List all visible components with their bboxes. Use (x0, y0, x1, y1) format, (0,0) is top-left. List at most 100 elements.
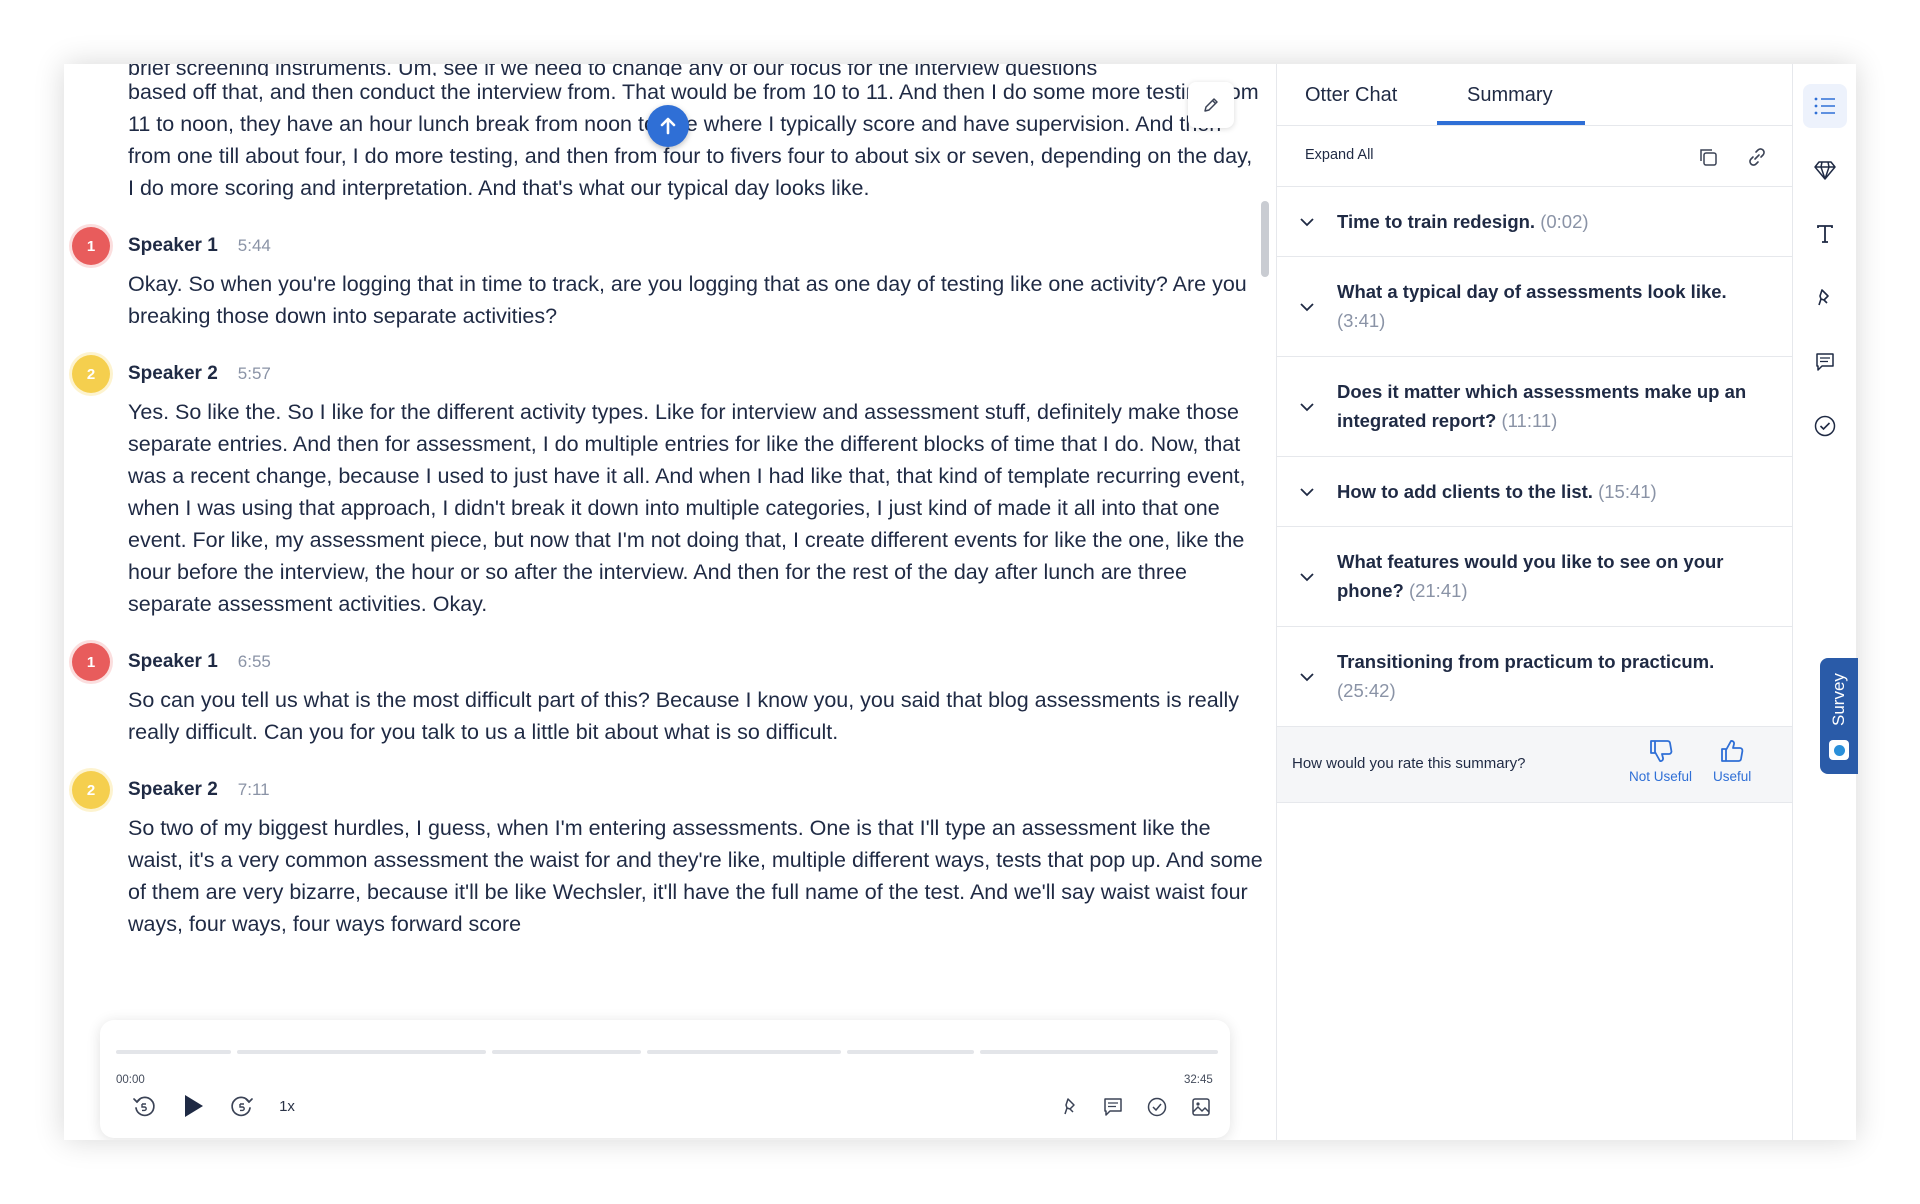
not-useful-label: Not Useful (1629, 769, 1693, 784)
comment-button[interactable] (1100, 1094, 1126, 1120)
outline-item[interactable]: What features would you like to see on y… (1277, 527, 1792, 627)
play-icon (185, 1095, 203, 1117)
outline-timestamp[interactable]: (21:41) (1409, 580, 1468, 601)
outline-item[interactable]: What a typical day of assessments look l… (1277, 257, 1792, 357)
rating-question: How would you rate this summary? (1292, 755, 1526, 772)
tab-summary[interactable]: Summary (1467, 84, 1553, 107)
copy-button[interactable] (1695, 144, 1721, 170)
scroll-to-top-button[interactable] (647, 105, 689, 147)
premium-button[interactable] (1803, 148, 1847, 192)
check-circle-icon (1147, 1097, 1167, 1117)
panel-tabs: Otter Chat Summary (1277, 64, 1792, 126)
rewind-5-icon (133, 1096, 155, 1117)
outline-item-text: What a typical day of assessments look l… (1337, 277, 1757, 335)
outline-item[interactable]: How to add clients to the list. (15:41) (1277, 457, 1792, 527)
comment-icon (1816, 353, 1834, 371)
highlighter-icon (1818, 289, 1829, 306)
speaker-timestamp[interactable]: 5:57 (238, 364, 271, 384)
play-button[interactable] (178, 1091, 208, 1121)
speaker-avatar[interactable]: 2 (72, 771, 110, 809)
speaker-avatar[interactable]: 1 (72, 643, 110, 681)
summary-rating-bar: How would you rate this summary? Not Use… (1277, 727, 1792, 803)
highlight-button[interactable] (1058, 1094, 1084, 1120)
outline-item-text: Transitioning from practicum to practicu… (1337, 647, 1757, 705)
outline-title: What features would you like to see on y… (1337, 551, 1724, 601)
speaker-avatar[interactable]: 2 (72, 355, 110, 393)
transcript-pane[interactable]: brief screening instruments. Um, see if … (64, 64, 1276, 1140)
speaker-name[interactable]: Speaker 1 (128, 235, 218, 257)
speaker-row: 2 Speaker 2 5:57 (72, 352, 1263, 396)
app-window: brief screening instruments. Um, see if … (64, 64, 1856, 1140)
survey-label: Survey (1829, 673, 1848, 727)
outline-item[interactable]: Transitioning from practicum to practicu… (1277, 627, 1792, 727)
playback-speed-button[interactable]: 1x (272, 1094, 302, 1118)
outline-title: Time to train redesign. (1337, 211, 1536, 232)
progress-bar[interactable] (116, 1050, 1219, 1054)
action-items-button[interactable] (1803, 404, 1847, 448)
copy-icon (1700, 149, 1717, 166)
outline-item[interactable]: Time to train redesign. (0:02) (1277, 187, 1792, 257)
transcript-paragraph: So can you tell us what is the most diff… (128, 688, 1239, 744)
chevron-down-icon (1297, 297, 1317, 317)
speaker-timestamp[interactable]: 7:11 (238, 780, 270, 800)
text-format-button[interactable] (1803, 212, 1847, 256)
total-time: 32:45 (1184, 1074, 1213, 1086)
survey-logo-icon (1829, 740, 1849, 760)
speaker-name[interactable]: Speaker 2 (128, 363, 218, 385)
outline-title: What a typical day of assessments look l… (1337, 281, 1727, 302)
right-rail (1792, 64, 1856, 1140)
audio-player: 00:00 32:45 1x (100, 1020, 1230, 1138)
outline-item-text: Time to train redesign. (0:02) (1337, 207, 1757, 236)
transcript-scrollbar[interactable] (1261, 201, 1269, 277)
insert-image-button[interactable] (1188, 1094, 1214, 1120)
transcript-paragraph: Okay. So when you're logging that in tim… (128, 272, 1247, 328)
chevron-down-icon (1297, 482, 1317, 502)
active-tab-indicator (1437, 121, 1585, 125)
useful-button[interactable]: Useful (1713, 737, 1751, 784)
outline-timestamp[interactable]: (15:41) (1598, 481, 1657, 502)
outline-timestamp[interactable]: (25:42) (1337, 680, 1396, 701)
chevron-down-icon (1297, 397, 1317, 417)
not-useful-button[interactable]: Not Useful (1629, 737, 1692, 784)
survey-tab[interactable]: Survey (1820, 658, 1858, 774)
outline-item-text: Does it matter which assessments make up… (1337, 377, 1757, 435)
image-icon (1192, 1098, 1210, 1116)
outline-item-text: What features would you like to see on y… (1337, 547, 1757, 605)
speaker-row: 1 Speaker 1 5:44 (72, 224, 1263, 268)
speaker-name[interactable]: Speaker 1 (128, 651, 218, 673)
outline-title: How to add clients to the list. (1337, 481, 1593, 502)
tab-otter-chat[interactable]: Otter Chat (1305, 84, 1397, 107)
speaker-timestamp[interactable]: 5:44 (238, 236, 271, 256)
transcript-paragraph: So two of my biggest hurdles, I guess, w… (128, 816, 1263, 936)
expand-all-button[interactable]: Expand All (1305, 147, 1374, 163)
speaker-timestamp[interactable]: 6:55 (238, 652, 271, 672)
outline-timestamp[interactable]: (11:11) (1501, 410, 1557, 431)
rewind-button[interactable] (130, 1092, 158, 1120)
thumbs-down-icon (1649, 740, 1672, 762)
text-icon (1817, 225, 1833, 243)
transcript-partial-line: brief screening instruments. Um, see if … (128, 64, 1098, 76)
forward-button[interactable] (228, 1092, 256, 1120)
copy-link-button[interactable] (1744, 144, 1770, 170)
action-item-button[interactable] (1144, 1094, 1170, 1120)
transcript-block: 2 Speaker 2 5:57 Yes. So like the. So I … (72, 352, 1263, 620)
edit-button[interactable] (1188, 82, 1234, 128)
outline-item[interactable]: Does it matter which assessments make up… (1277, 357, 1792, 457)
speaker-avatar[interactable]: 1 (72, 227, 110, 265)
speaker-name[interactable]: Speaker 2 (128, 779, 218, 801)
link-icon (1749, 148, 1765, 166)
outline-timestamp[interactable]: (0:02) (1540, 211, 1588, 232)
summary-toolbar: Expand All (1277, 126, 1792, 187)
outline-timestamp[interactable]: (3:41) (1337, 310, 1385, 331)
outline-view-button[interactable] (1803, 84, 1847, 128)
summary-panel: Otter Chat Summary Expand All Time to tr… (1276, 64, 1792, 1140)
pencil-icon (1204, 98, 1218, 112)
outline-item-text: How to add clients to the list. (15:41) (1337, 477, 1757, 506)
comments-button[interactable] (1803, 340, 1847, 384)
transcript-paragraph: Yes. So like the. So I like for the diff… (128, 400, 1246, 616)
useful-label: Useful (1713, 769, 1752, 784)
check-circle-icon (1814, 415, 1836, 437)
highlights-button[interactable] (1803, 276, 1847, 320)
list-icon (1814, 97, 1835, 115)
thumbs-up-icon (1721, 740, 1744, 762)
